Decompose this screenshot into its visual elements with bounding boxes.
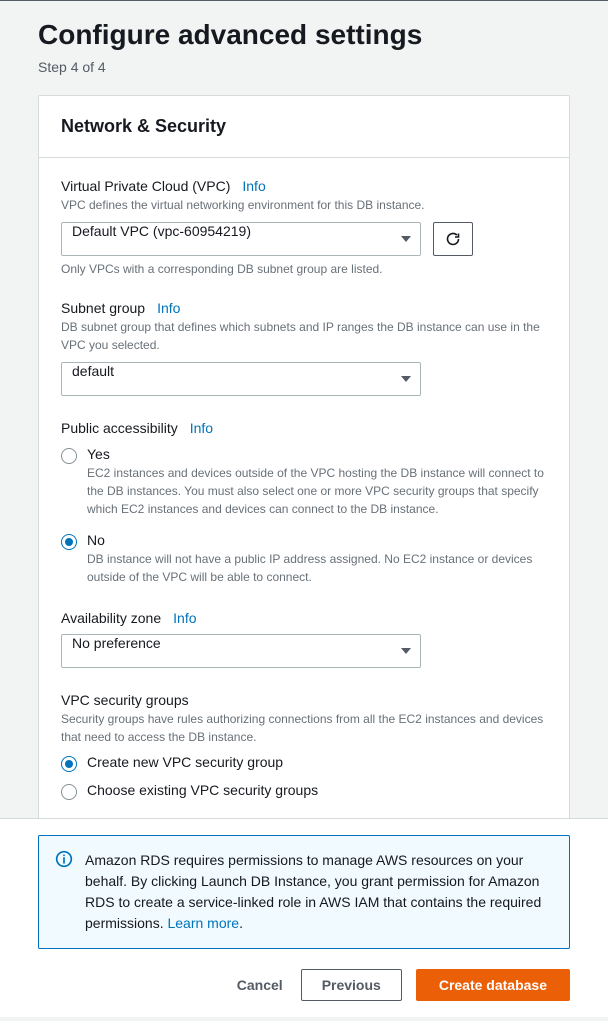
sg-choose-existing-option[interactable]: Choose existing VPC security groups bbox=[61, 782, 547, 800]
info-icon bbox=[55, 850, 73, 868]
vpc-label: Virtual Private Cloud (VPC) bbox=[61, 178, 230, 194]
radio-button[interactable] bbox=[61, 784, 77, 800]
card-body: Virtual Private Cloud (VPC) Info VPC def… bbox=[39, 158, 569, 820]
sg-create-new-option[interactable]: Create new VPC security group bbox=[61, 754, 547, 772]
radio-label: Choose existing VPC security groups bbox=[87, 782, 547, 798]
previous-button[interactable]: Previous bbox=[301, 969, 402, 1001]
public-access-label: Public accessibility bbox=[61, 420, 178, 436]
cancel-button[interactable]: Cancel bbox=[233, 969, 287, 1001]
subnet-select[interactable]: default bbox=[61, 362, 421, 396]
radio-button[interactable] bbox=[61, 756, 77, 772]
subnet-field: Subnet group Info DB subnet group that d… bbox=[61, 300, 547, 396]
refresh-icon bbox=[445, 231, 461, 247]
vpc-hint: Only VPCs with a corresponding DB subnet… bbox=[61, 262, 547, 276]
subnet-info-link[interactable]: Info bbox=[157, 300, 180, 316]
vpc-select[interactable]: Default VPC (vpc-60954219) bbox=[61, 222, 421, 256]
card-title: Network & Security bbox=[61, 116, 547, 137]
subnet-label: Subnet group bbox=[61, 300, 145, 316]
az-info-link[interactable]: Info bbox=[173, 610, 196, 626]
public-access-field: Public accessibility Info Yes EC2 instan… bbox=[61, 420, 547, 586]
public-access-no-option[interactable]: No DB instance will not have a public IP… bbox=[61, 532, 547, 586]
sg-label: VPC security groups bbox=[61, 692, 189, 708]
availability-zone-field: Availability zone Info No preference bbox=[61, 610, 547, 668]
radio-button[interactable] bbox=[61, 534, 77, 550]
radio-description: DB instance will not have a public IP ad… bbox=[87, 550, 547, 586]
radio-label: No bbox=[87, 532, 547, 548]
vpc-refresh-button[interactable] bbox=[433, 222, 473, 256]
radio-label: Yes bbox=[87, 446, 547, 462]
learn-more-link[interactable]: Learn more bbox=[167, 915, 239, 931]
footer-actions: Cancel Previous Create database bbox=[38, 969, 570, 1001]
vpc-info-link[interactable]: Info bbox=[242, 178, 265, 194]
sg-description: Security groups have rules authorizing c… bbox=[61, 710, 547, 746]
subnet-description: DB subnet group that defines which subne… bbox=[61, 318, 547, 354]
radio-description: EC2 instances and devices outside of the… bbox=[87, 464, 547, 518]
security-groups-field: VPC security groups Security groups have… bbox=[61, 692, 547, 800]
permissions-body: Amazon RDS requires permissions to manag… bbox=[85, 852, 541, 931]
az-label: Availability zone bbox=[61, 610, 161, 626]
radio-button[interactable] bbox=[61, 448, 77, 464]
footer-bar: Amazon RDS requires permissions to manag… bbox=[0, 818, 608, 1017]
create-database-button[interactable]: Create database bbox=[416, 969, 570, 1001]
vpc-field: Virtual Private Cloud (VPC) Info VPC def… bbox=[61, 178, 547, 276]
public-access-yes-option[interactable]: Yes EC2 instances and devices outside of… bbox=[61, 446, 547, 518]
card-header: Network & Security bbox=[39, 96, 569, 158]
page-title: Configure advanced settings bbox=[0, 1, 608, 59]
permissions-text: Amazon RDS requires permissions to manag… bbox=[85, 850, 553, 934]
public-access-info-link[interactable]: Info bbox=[190, 420, 213, 436]
radio-label: Create new VPC security group bbox=[87, 754, 547, 770]
step-indicator: Step 4 of 4 bbox=[0, 59, 608, 95]
vpc-description: VPC defines the virtual networking envir… bbox=[61, 196, 547, 214]
network-security-card: Network & Security Virtual Private Cloud… bbox=[38, 95, 570, 821]
az-select[interactable]: No preference bbox=[61, 634, 421, 668]
permissions-info-box: Amazon RDS requires permissions to manag… bbox=[38, 835, 570, 949]
